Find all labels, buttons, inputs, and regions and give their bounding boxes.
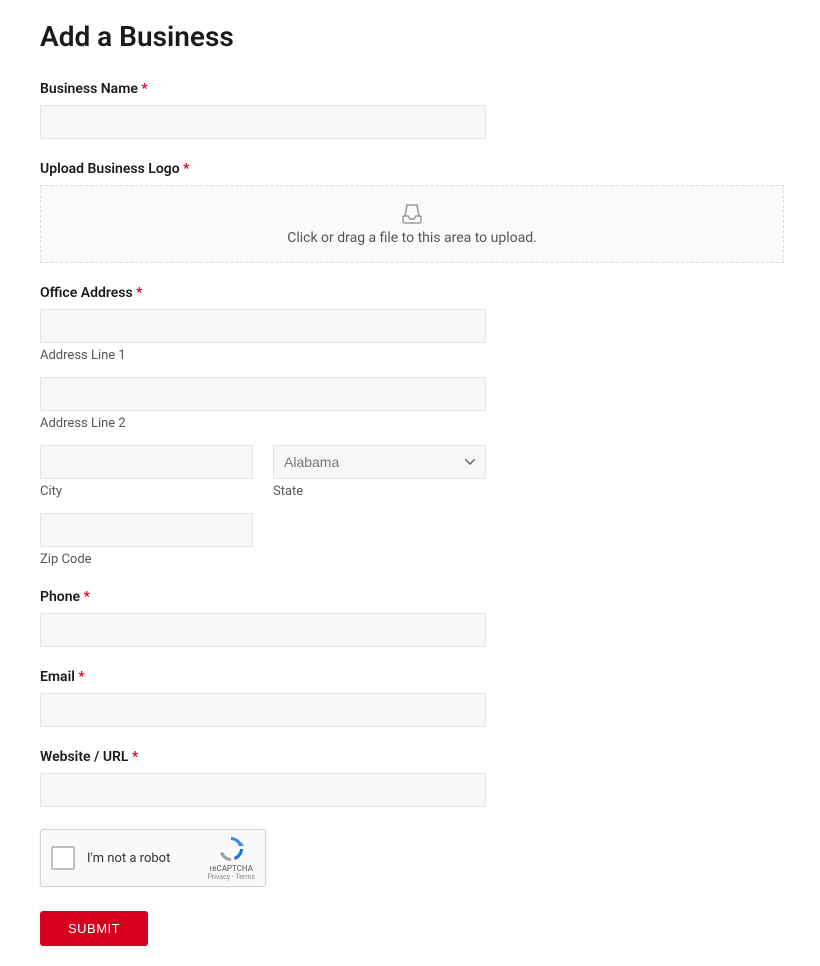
city-input[interactable] xyxy=(40,445,253,479)
business-name-group: Business Name * xyxy=(40,81,780,139)
phone-label-text: Phone xyxy=(40,589,80,605)
city-sublabel: City xyxy=(40,484,253,499)
address-line1-input[interactable] xyxy=(40,309,486,343)
address-line2-block: Address Line 2 xyxy=(40,377,780,431)
website-label-text: Website / URL xyxy=(40,749,129,765)
required-marker: * xyxy=(84,589,90,605)
required-marker: * xyxy=(136,285,142,301)
phone-group: Phone * xyxy=(40,589,780,647)
office-address-group: Office Address * Address Line 1 Address … xyxy=(40,285,780,567)
zip-input[interactable] xyxy=(40,513,253,547)
office-address-label-text: Office Address xyxy=(40,285,133,301)
upload-dropzone[interactable]: Click or drag a file to this area to upl… xyxy=(40,185,784,263)
upload-logo-group: Upload Business Logo * Click or drag a f… xyxy=(40,161,780,263)
email-input[interactable] xyxy=(40,693,486,727)
city-block: City xyxy=(40,445,253,499)
address-line1-block: Address Line 1 xyxy=(40,309,780,363)
website-input[interactable] xyxy=(40,773,486,807)
business-name-input[interactable] xyxy=(40,105,486,139)
office-address-label: Office Address * xyxy=(40,285,780,301)
business-name-label-text: Business Name xyxy=(40,81,138,97)
upload-logo-label-text: Upload Business Logo xyxy=(40,161,180,177)
address-line2-input[interactable] xyxy=(40,377,486,411)
city-state-row: City Alabama State xyxy=(40,445,780,513)
email-label: Email * xyxy=(40,669,780,685)
recaptcha-terms-text: Privacy - Terms xyxy=(207,873,255,881)
address-line1-sublabel: Address Line 1 xyxy=(40,348,780,363)
business-name-label: Business Name * xyxy=(40,81,780,97)
required-marker: * xyxy=(141,81,147,97)
zip-block: Zip Code xyxy=(40,513,780,567)
upload-logo-label: Upload Business Logo * xyxy=(40,161,780,177)
state-block: Alabama State xyxy=(273,445,486,499)
recaptcha-brand-text: reCAPTCHA xyxy=(210,864,253,873)
state-sublabel: State xyxy=(273,484,486,499)
email-group: Email * xyxy=(40,669,780,727)
recaptcha-label: I'm not a robot xyxy=(87,851,207,866)
required-marker: * xyxy=(78,669,84,685)
recaptcha-icon xyxy=(217,835,245,863)
website-label: Website / URL * xyxy=(40,749,780,765)
page-title: Add a Business xyxy=(40,20,780,53)
inbox-icon xyxy=(400,202,424,224)
zip-sublabel: Zip Code xyxy=(40,552,780,567)
required-marker: * xyxy=(183,161,189,177)
recaptcha-widget: I'm not a robot reCAPTCHA Privacy - Term… xyxy=(40,829,266,887)
phone-label: Phone * xyxy=(40,589,780,605)
state-select[interactable]: Alabama xyxy=(273,445,486,479)
recaptcha-branding: reCAPTCHA Privacy - Terms xyxy=(207,835,255,881)
address-line2-sublabel: Address Line 2 xyxy=(40,416,780,431)
website-group: Website / URL * xyxy=(40,749,780,807)
submit-button[interactable]: SUBMIT xyxy=(40,911,148,946)
add-business-form: Business Name * Upload Business Logo * C… xyxy=(40,81,780,946)
required-marker: * xyxy=(132,749,138,765)
phone-input[interactable] xyxy=(40,613,486,647)
upload-hint: Click or drag a file to this area to upl… xyxy=(287,230,537,246)
recaptcha-checkbox[interactable] xyxy=(51,846,75,870)
email-label-text: Email xyxy=(40,669,75,685)
